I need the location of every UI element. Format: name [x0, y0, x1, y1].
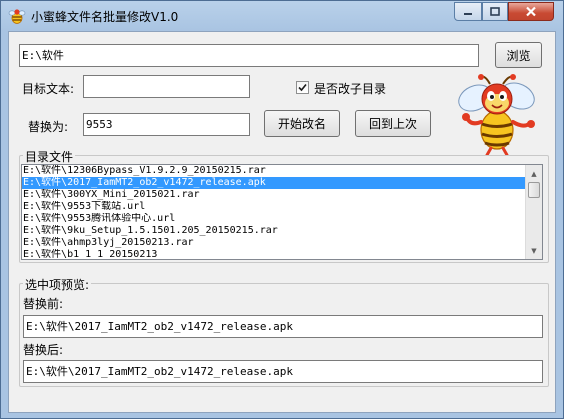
target-text-label: 目标文本:	[22, 82, 75, 96]
preview-legend: 选中项预览:	[23, 276, 92, 293]
scroll-down-arrow-icon[interactable]: ▼	[526, 242, 542, 259]
scroll-up-arrow-icon[interactable]: ▲	[526, 165, 542, 182]
maximize-button[interactable]	[482, 2, 508, 21]
maximize-icon	[490, 7, 500, 16]
browse-button[interactable]: 浏览	[495, 42, 542, 68]
checkmark-icon	[298, 83, 307, 92]
after-label: 替换后:	[23, 343, 64, 357]
list-item[interactable]: E:\软件\2017_IamMT2_ob2_v1472_release.apk	[22, 177, 542, 189]
start-rename-button[interactable]: 开始改名	[264, 110, 340, 137]
list-item[interactable]: E:\软件\ahmp3lyj_20150213.rar	[22, 237, 542, 249]
change-subdir-label: 是否改子目录	[314, 82, 387, 96]
title-bar[interactable]: 小蜜蜂文件名批量修改V1.0	[1, 1, 564, 31]
bee-icon	[8, 9, 26, 24]
before-label: 替换前:	[23, 297, 64, 311]
path-input[interactable]: E:\软件	[19, 44, 479, 67]
file-list-items: E:\软件\12306Bypass_V1.9.2.9_20150215.rar E…	[22, 165, 542, 259]
file-listbox[interactable]: E:\软件\12306Bypass_V1.9.2.9_20150215.rar E…	[21, 164, 543, 260]
bee-mascot-illustration	[458, 74, 535, 156]
close-button[interactable]	[508, 2, 554, 21]
list-item[interactable]: E:\软件\9553下载站.url	[22, 201, 542, 213]
list-item[interactable]: E:\软件\9553腾讯体验中心.url	[22, 213, 542, 225]
replace-with-label: 替换为:	[28, 120, 69, 134]
list-item[interactable]: E:\软件\12306Bypass_V1.9.2.9_20150215.rar	[22, 165, 542, 177]
minimize-icon	[464, 12, 472, 15]
list-item[interactable]: E:\软件\9ku_Setup_1.5.1501.205_20150215.ra…	[22, 225, 542, 237]
vertical-scrollbar[interactable]: ▲ ▼	[525, 165, 542, 259]
undo-button[interactable]: 回到上次	[355, 110, 431, 137]
list-item[interactable]: E:\软件\300YX_Mini_2015021.rar	[22, 189, 542, 201]
file-list-legend: 目录文件	[23, 148, 76, 165]
target-text-input[interactable]	[83, 75, 250, 98]
close-icon	[526, 6, 536, 17]
minimize-button[interactable]	[454, 2, 482, 21]
after-value-field[interactable]: E:\软件\2017_IamMT2_ob2_v1472_release.apk	[23, 360, 543, 383]
list-item[interactable]: E:\软件\b1_1_1 20150213	[22, 249, 542, 259]
change-subdir-checkbox[interactable]	[296, 81, 309, 94]
scrollbar-thumb[interactable]	[528, 182, 540, 198]
app-window: 小蜜蜂文件名批量修改V1.0 E:\软件 浏览 目标文本: 是否改子目录 替换为…	[0, 0, 564, 419]
window-title: 小蜜蜂文件名批量修改V1.0	[31, 10, 179, 24]
before-value-field[interactable]: E:\软件\2017_IamMT2_ob2_v1472_release.apk	[23, 315, 543, 338]
client-area: E:\软件 浏览 目标文本: 是否改子目录 替换为: 9553 开始改名 回到上…	[8, 31, 556, 413]
replace-with-input[interactable]: 9553	[83, 113, 250, 136]
